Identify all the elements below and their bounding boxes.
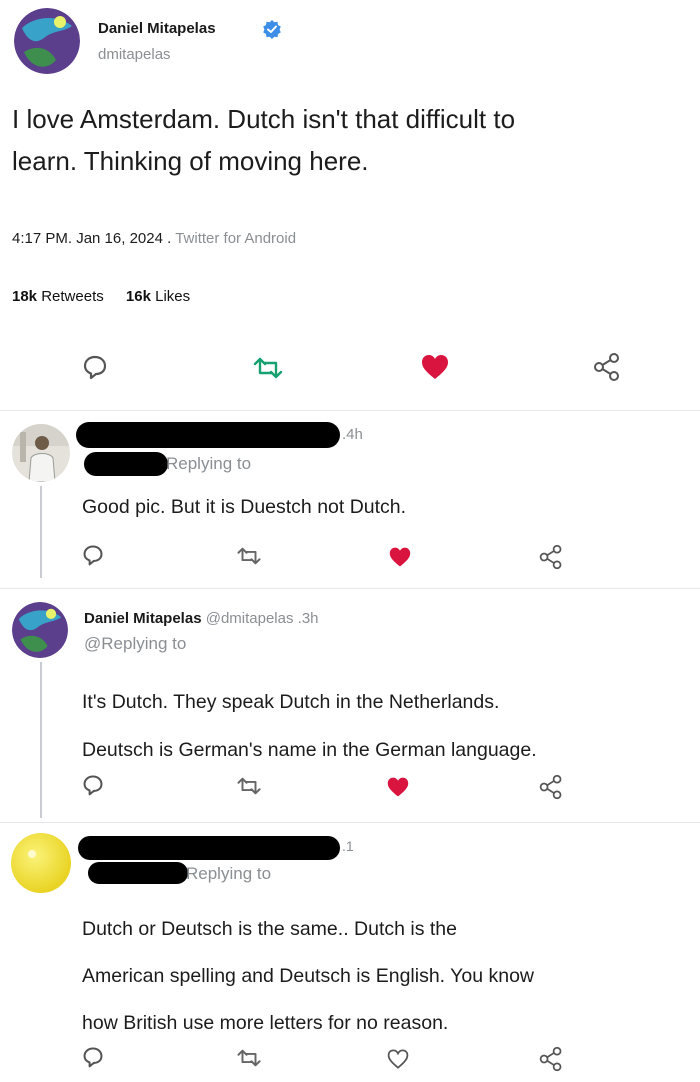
divider — [0, 822, 700, 823]
tweet-text: I love Amsterdam. Dutch isn't that diffi… — [12, 98, 515, 182]
heart-icon[interactable] — [386, 776, 410, 798]
reply-icon[interactable] — [82, 544, 104, 566]
retweet-icon[interactable] — [236, 776, 262, 796]
author-name[interactable]: Daniel Mitapelas — [98, 20, 216, 37]
reply-text-line: Deutsch is German's name in the German l… — [82, 739, 537, 761]
share-icon[interactable] — [538, 1046, 564, 1072]
replying-to[interactable]: Replying to — [166, 454, 251, 474]
thread-line — [40, 486, 42, 578]
reply-text-line: American spelling and Deutsch is English… — [82, 965, 535, 987]
verified-badge-icon — [262, 19, 282, 39]
retweet-icon[interactable] — [252, 356, 284, 380]
reply-icon[interactable] — [82, 1046, 104, 1068]
replying-to[interactable]: @Replying to — [84, 634, 186, 654]
likes-count: 16k — [125, 288, 151, 305]
redacted-handle — [88, 862, 188, 884]
reply-text: It's Dutch. They speak Dutch in the Neth… — [82, 678, 537, 774]
reply-avatar[interactable] — [10, 832, 72, 894]
tweet-timestamp[interactable]: 4:17 PM. Jan 16, 2024 . — [12, 230, 171, 247]
redacted-handle — [84, 452, 168, 476]
retweets-count: 18k — [12, 288, 38, 305]
reply-text-line: how British use more letters for no reas… — [82, 1012, 449, 1034]
reply-header: Daniel Mitapelas @dmitapelas .3h — [84, 610, 319, 627]
author-name[interactable]: Daniel Mitapelas — [84, 610, 202, 627]
reply-text-line: It's Dutch. They speak Dutch in the Neth… — [82, 691, 500, 713]
share-icon[interactable] — [538, 544, 564, 570]
retweets-label: Retweets — [41, 288, 104, 305]
divider — [0, 588, 700, 589]
reply-timestamp[interactable]: .1 — [342, 838, 354, 854]
redacted-name — [78, 836, 340, 860]
author-avatar[interactable] — [14, 8, 80, 74]
tweet-text-line: I love Amsterdam. Dutch isn't that diffi… — [12, 104, 516, 134]
reply-text-line: Dutch or Deutsch is the same.. Dutch is … — [82, 918, 457, 940]
retweet-icon[interactable] — [236, 1048, 262, 1068]
heart-icon[interactable] — [388, 546, 412, 568]
reply-icon[interactable] — [82, 354, 108, 380]
reply-avatar[interactable] — [12, 424, 70, 482]
author-handle[interactable]: @dmitapelas — [206, 610, 294, 627]
divider — [0, 410, 700, 411]
retweets-stat[interactable]: 18k Retweets — [12, 288, 108, 305]
share-icon[interactable] — [538, 774, 564, 800]
reply-text: Good pic. But it is Duestch not Dutch. — [82, 496, 407, 518]
retweet-icon[interactable] — [236, 546, 262, 566]
heart-icon[interactable] — [420, 353, 450, 381]
reply-timestamp[interactable]: .3h — [298, 610, 319, 627]
share-icon[interactable] — [592, 352, 622, 382]
author-handle[interactable]: dmitapelas — [98, 46, 171, 63]
heart-outline-icon[interactable] — [386, 1048, 410, 1070]
tweet-meta: 4:17 PM. Jan 16, 2024 . Twitter for Andr… — [12, 230, 296, 247]
reply-text-line: Good pic. But it is Duestch not Dutch. — [82, 496, 407, 518]
tweet-stats: 18k Retweets 16k Likes — [12, 288, 190, 305]
likes-label: Likes — [155, 288, 191, 305]
reply-timestamp[interactable]: .4h — [342, 426, 363, 443]
redacted-name — [76, 422, 340, 448]
likes-stat[interactable]: 16k Likes — [126, 288, 190, 305]
tweet-text-line: learn. Thinking of moving here. — [12, 146, 369, 176]
replying-to[interactable]: Replying to — [186, 864, 271, 884]
thread-line — [40, 662, 42, 818]
reply-text: Dutch or Deutsch is the same.. Dutch is … — [82, 906, 534, 1047]
tweet-source[interactable]: Twitter for Android — [175, 230, 296, 247]
reply-avatar[interactable] — [12, 602, 68, 658]
reply-icon[interactable] — [82, 774, 104, 796]
